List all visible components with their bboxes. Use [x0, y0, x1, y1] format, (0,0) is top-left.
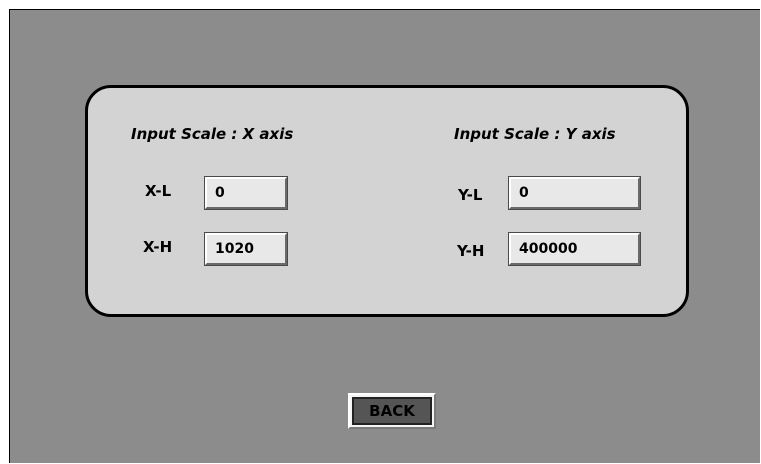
yh-label: Y-H	[457, 242, 485, 260]
xh-input[interactable]	[207, 235, 285, 263]
input-scale-panel: Input Scale : X axis Input Scale : Y axi…	[85, 85, 689, 317]
xh-field[interactable]	[204, 232, 288, 266]
xl-field[interactable]	[204, 176, 288, 210]
x-axis-heading: Input Scale : X axis	[131, 125, 294, 143]
yl-label: Y-L	[458, 186, 483, 204]
hmi-screen: Input Scale : X axis Input Scale : Y axi…	[9, 9, 760, 463]
xh-label: X-H	[143, 238, 173, 256]
back-button-label: BACK	[352, 397, 432, 425]
xl-label: X-L	[145, 182, 172, 200]
yh-field[interactable]	[508, 232, 641, 266]
y-axis-heading: Input Scale : Y axis	[454, 125, 616, 143]
back-button[interactable]: BACK	[348, 393, 436, 429]
yh-input[interactable]	[511, 235, 638, 263]
yl-field[interactable]	[508, 176, 641, 210]
yl-input[interactable]	[511, 179, 638, 207]
xl-input[interactable]	[207, 179, 285, 207]
